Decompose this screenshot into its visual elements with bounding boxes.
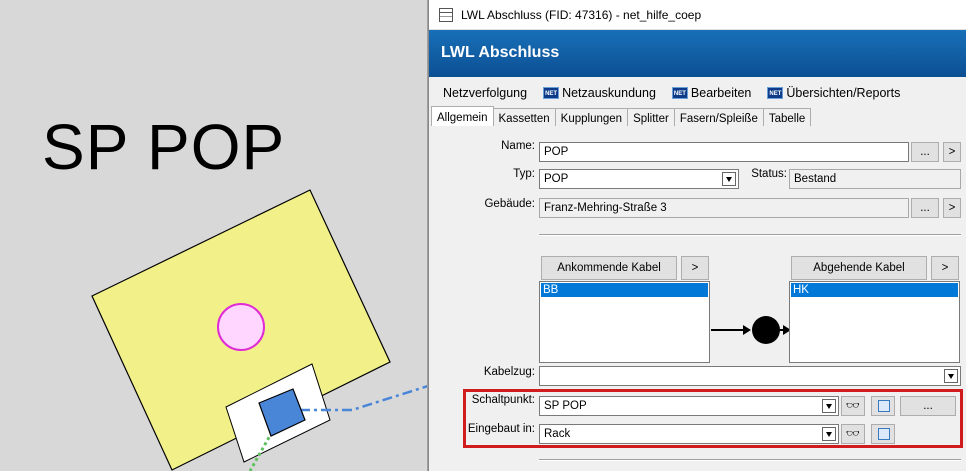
typ-value: POP [544, 173, 569, 185]
schaltpunkt-select[interactable]: SP POP [539, 396, 839, 416]
binoculars-icon: 👓︎ [846, 428, 860, 440]
gebaeude-label: Gebäude: [484, 198, 535, 210]
binoculars-icon: 👓︎ [846, 400, 860, 412]
eingebaut-find-button[interactable]: 👓︎ [841, 424, 865, 444]
menu-label: Netzauskundung [562, 86, 656, 100]
arrow-right-icon [743, 325, 751, 335]
form-icon [878, 428, 890, 440]
chevron-down-icon[interactable] [822, 427, 836, 441]
net-icon: NET [767, 87, 784, 99]
name-label: Name: [501, 140, 535, 152]
schaltpunkt-label: Schaltpunkt: [471, 394, 535, 406]
feature-dialog: LWL Abschluss (FID: 47316) - net_hilfe_c… [428, 0, 966, 471]
ankommende-arrow-button[interactable]: > [681, 256, 709, 280]
menu-bar: Netzverfolgung NET Netzauskundung NET Be… [429, 80, 966, 106]
list-item[interactable]: HK [791, 283, 958, 297]
title-bar[interactable]: LWL Abschluss (FID: 47316) - net_hilfe_c… [429, 0, 966, 30]
schaltpunkt-open-button[interactable] [871, 396, 895, 416]
chevron-down-icon[interactable] [944, 369, 958, 383]
gebaeude-arrow-button[interactable]: > [943, 198, 961, 218]
ankommende-kabel-button[interactable]: Ankommende Kabel [541, 256, 677, 280]
gebaeude-ellipsis-button[interactable]: ... [911, 198, 939, 218]
menu-netzverfolgung[interactable]: Netzverfolgung [443, 86, 527, 100]
tab-content-allgemein: Name: POP ... > Typ: POP Status: Bestand… [429, 126, 966, 471]
menu-bearbeiten[interactable]: NET Bearbeiten [671, 86, 752, 100]
dialog-header: LWL Abschluss [429, 30, 966, 77]
eingebaut-select[interactable]: Rack [539, 424, 839, 444]
menu-label: Bearbeiten [690, 86, 752, 100]
menu-label: Netzverfolgung [443, 86, 528, 100]
menu-label: Übersichten/Reports [786, 86, 901, 100]
ankommende-kabel-list[interactable]: BB [539, 281, 710, 363]
map-label: SP POP [42, 111, 286, 183]
separator [539, 234, 961, 236]
kabelzug-label: Kabelzug: [483, 366, 535, 378]
name-ellipsis-button[interactable]: ... [911, 142, 939, 162]
separator [539, 459, 961, 461]
chevron-down-icon[interactable] [722, 172, 736, 186]
schaltpunkt-find-button[interactable]: 👓︎ [841, 396, 865, 416]
schaltpunkt-value: SP POP [544, 400, 587, 412]
status-label: Status: [751, 168, 787, 180]
menu-uebersichten-reports[interactable]: NET Übersichten/Reports [767, 86, 900, 100]
header-title: LWL Abschluss [441, 44, 560, 61]
typ-label: Typ: [513, 168, 535, 180]
chevron-down-icon[interactable] [822, 399, 836, 413]
eingebaut-label: Eingebaut in: [467, 423, 535, 435]
eingebaut-value: Rack [544, 428, 571, 440]
window-icon [439, 7, 453, 22]
eingebaut-open-button[interactable] [871, 424, 895, 444]
status-field: Bestand [789, 169, 961, 189]
net-icon: NET [543, 87, 560, 99]
name-field[interactable]: POP [539, 142, 909, 162]
schaltpunkt-ellipsis-button[interactable]: ... [900, 396, 956, 416]
gebaeude-field: Franz-Mehring-Straße 3 [539, 198, 909, 218]
node-circle [752, 316, 780, 344]
map-view[interactable]: SP POP [0, 0, 428, 471]
abgehende-kabel-list[interactable]: HK [789, 281, 960, 363]
flow-diagram [711, 316, 791, 344]
form-icon [878, 400, 890, 412]
abgehende-arrow-button[interactable]: > [931, 256, 959, 280]
name-arrow-button[interactable]: > [943, 142, 961, 162]
menu-netzauskundung[interactable]: NET Netzauskundung [543, 86, 656, 100]
window-title: LWL Abschluss (FID: 47316) - net_hilfe_c… [461, 7, 702, 22]
pop-point[interactable] [217, 303, 265, 351]
net-icon: NET [671, 87, 688, 99]
typ-select[interactable]: POP [539, 169, 739, 189]
map-canvas [91, 189, 427, 471]
list-item[interactable]: BB [541, 283, 708, 297]
abgehende-kabel-button[interactable]: Abgehende Kabel [791, 256, 927, 280]
kabelzug-select[interactable] [539, 366, 961, 386]
